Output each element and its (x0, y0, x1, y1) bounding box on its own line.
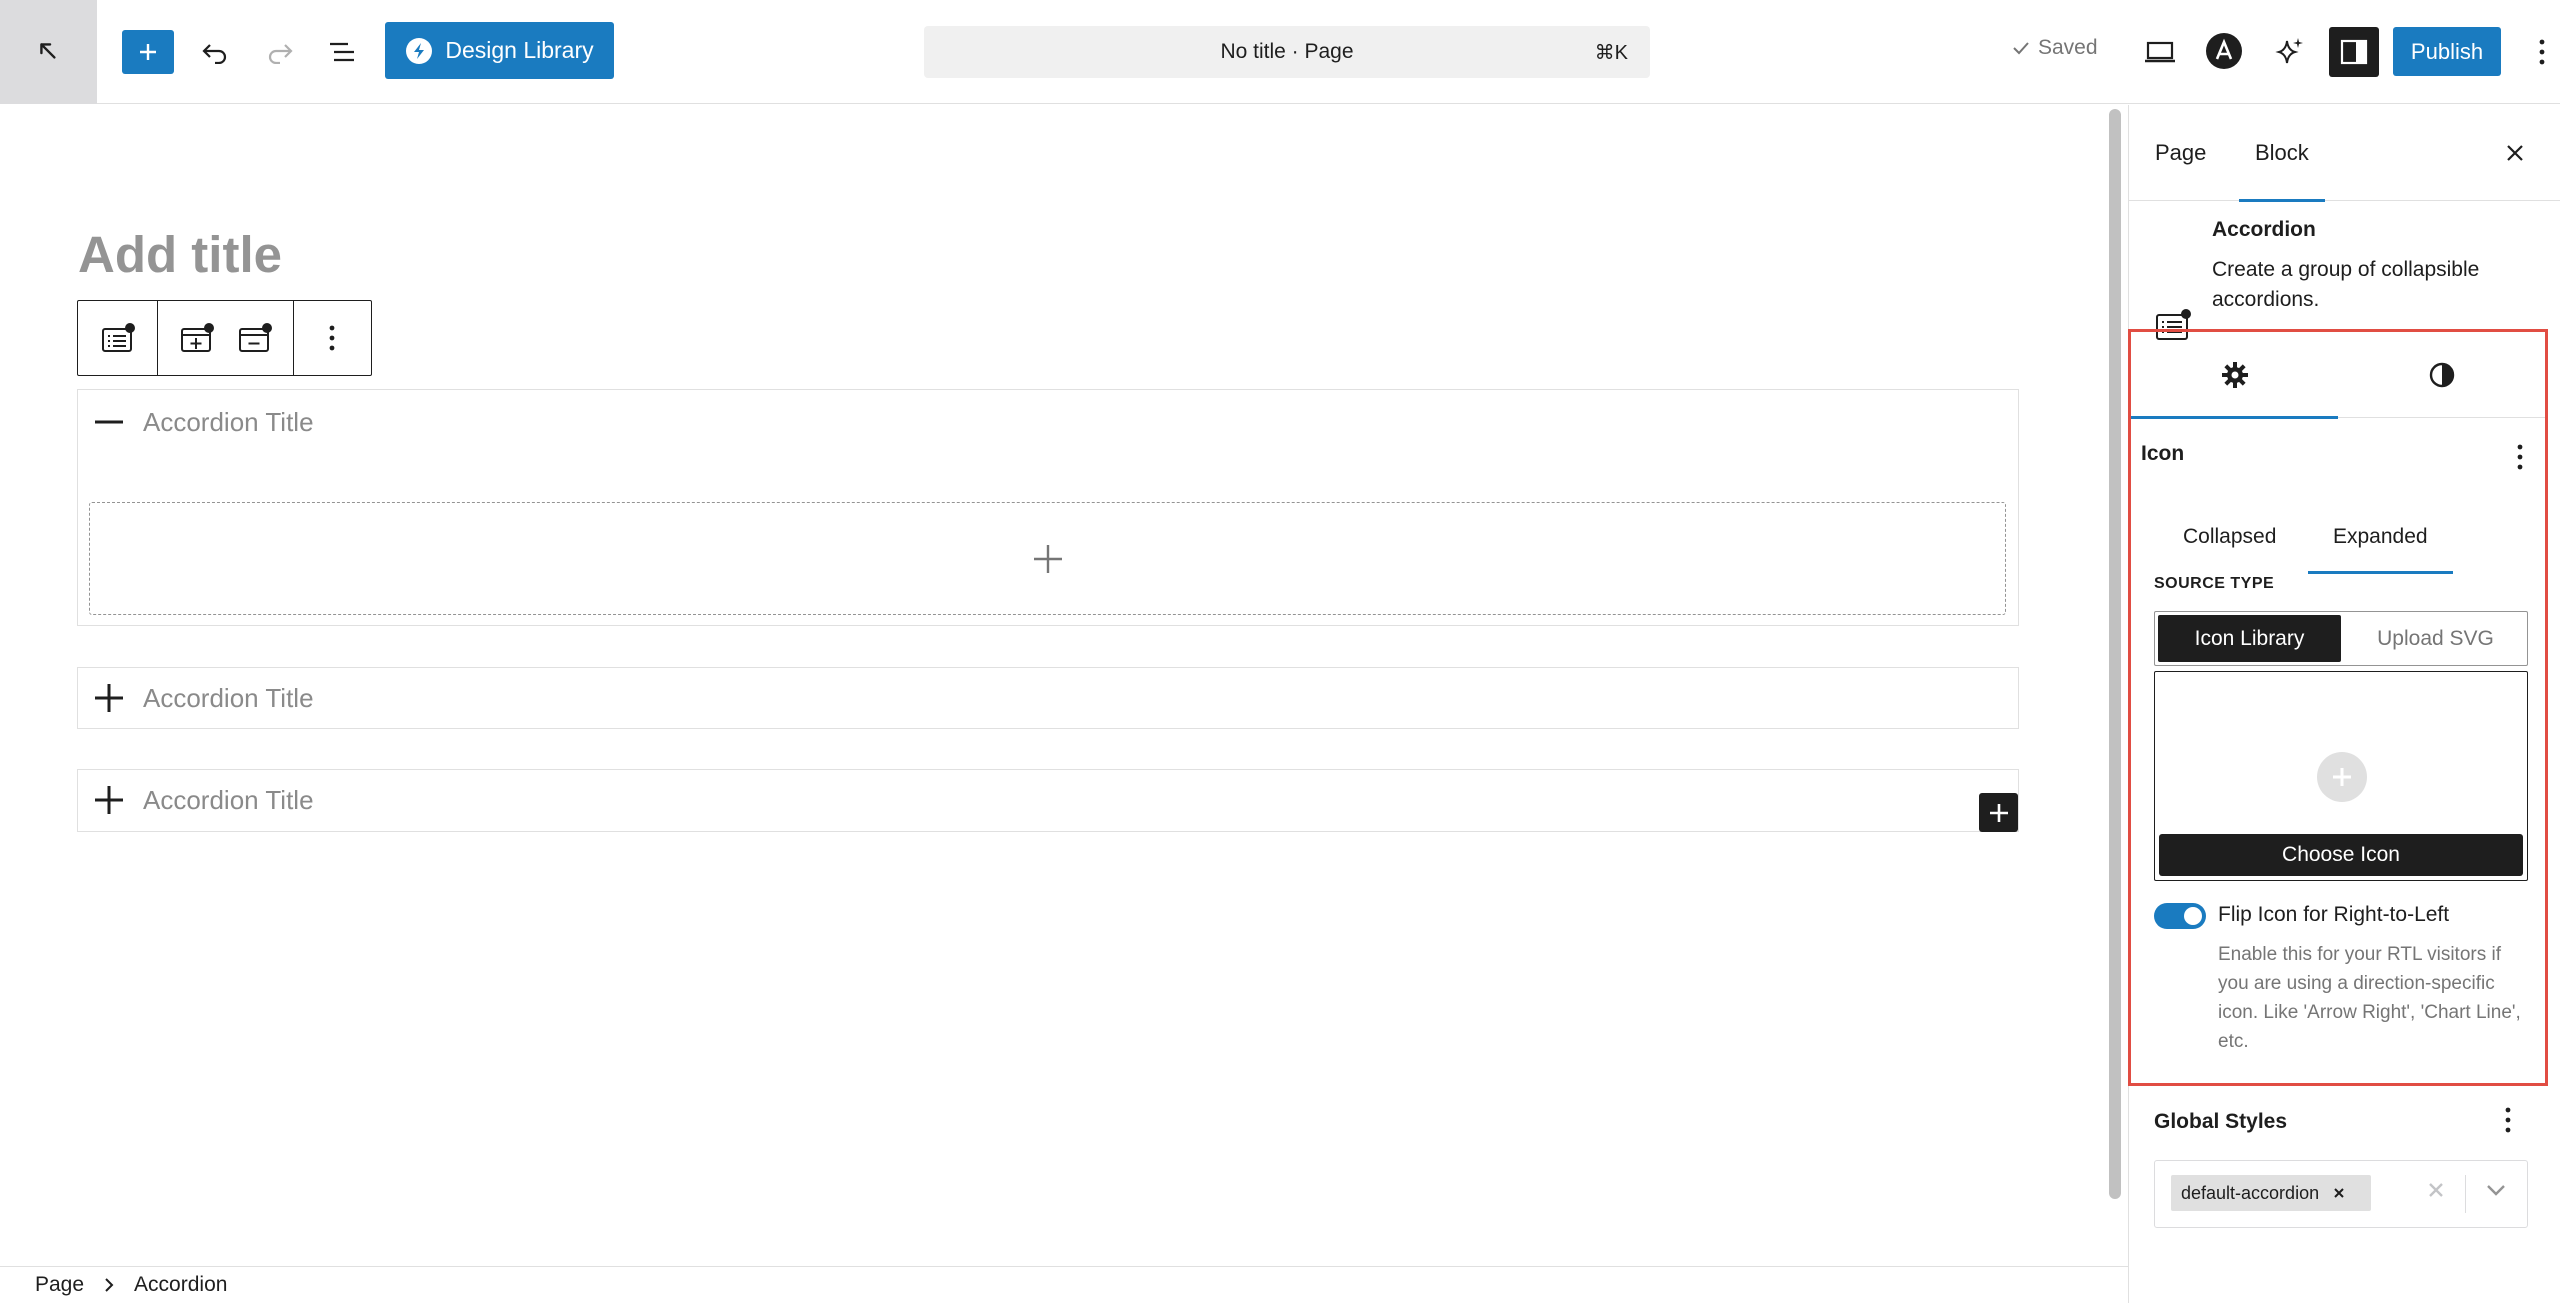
plus-icon (1989, 803, 2008, 822)
flip-rtl-label: Flip Icon for Right-to-Left (2218, 903, 2450, 926)
remove-accordion-item-icon[interactable] (238, 322, 272, 354)
canvas-scrollbar[interactable] (2103, 105, 2128, 1265)
stackable-logo-icon (406, 37, 433, 64)
accordion-header[interactable]: Accordion Title (78, 770, 2018, 830)
gear-icon (2221, 362, 2248, 388)
source-option-icon-library[interactable]: Icon Library (2158, 615, 2341, 662)
publish-button[interactable]: Publish (2393, 27, 2501, 76)
scrollbar-thumb[interactable] (2109, 109, 2121, 1199)
minus-icon (95, 420, 123, 424)
astra-logo-icon (2206, 33, 2242, 69)
global-styles-select[interactable]: default-accordion (2154, 1160, 2528, 1228)
global-styles-options[interactable] (2496, 1105, 2520, 1135)
document-overview-button[interactable] (320, 30, 364, 74)
accordion-content-placeholder[interactable] (89, 502, 2006, 615)
icon-section-title[interactable]: Icon (2141, 442, 2184, 466)
accordion-item-2[interactable]: Accordion Title (77, 667, 2019, 729)
accordion-block-icon (101, 323, 135, 352)
list-view-icon (330, 42, 354, 62)
post-title-input[interactable]: Add title (78, 225, 282, 284)
editor-header: Design Library No title · Page ⌘K Saved (0, 0, 2560, 104)
breadcrumb-item-page[interactable]: Page (35, 1273, 84, 1297)
icon-section-options[interactable] (2508, 442, 2532, 472)
toggle-knob (2184, 907, 2202, 925)
icon-picker[interactable]: Choose Icon (2154, 671, 2528, 881)
plus-icon (2333, 768, 2351, 786)
accordion-title[interactable]: Accordion Title (143, 785, 314, 816)
back-arrow-button[interactable] (0, 0, 97, 104)
flip-rtl-help: Enable this for your RTL visitors if you… (2218, 944, 2521, 1052)
block-description: Create a group of collapsible accordions… (2212, 258, 2480, 311)
preview-button[interactable] (2138, 30, 2182, 74)
accordion-item-3[interactable]: Accordion Title (77, 769, 2019, 832)
add-icon-placeholder[interactable] (2317, 752, 2367, 802)
icon-settings-panel: Icon Collapsed Expanded SOURCE TYPE Icon… (2128, 329, 2548, 1086)
vertical-ellipsis-icon (329, 325, 335, 351)
vertical-ellipsis-icon (2517, 444, 2523, 470)
source-type-label: SOURCE TYPE (2154, 575, 2275, 592)
chevron-down-icon[interactable] (2485, 1181, 2507, 1199)
inspector-tabs (2131, 332, 2545, 419)
astra-settings-button[interactable] (2204, 31, 2244, 71)
check-icon (2013, 42, 2029, 55)
tab-styles[interactable] (2338, 332, 2545, 418)
settings-sidebar-toggle[interactable] (2329, 27, 2379, 77)
clear-icon[interactable] (2427, 1181, 2445, 1199)
undo-icon (202, 44, 227, 64)
choose-icon-button[interactable]: Choose Icon (2159, 834, 2523, 876)
arrow-up-left-icon (39, 43, 56, 59)
sidebar-icon (2340, 39, 2368, 65)
block-inserter-button[interactable] (122, 30, 174, 74)
plus-icon (95, 786, 123, 814)
block-card-text: Accordion Create a group of collapsible … (2128, 105, 2560, 334)
selected-style-chip: default-accordion (2171, 1175, 2371, 1211)
add-block-icon (1033, 544, 1062, 573)
design-library-button[interactable]: Design Library (385, 22, 614, 79)
plus-icon (140, 44, 156, 60)
subtab-expanded[interactable]: Expanded (2308, 500, 2453, 574)
options-menu-button[interactable] (2530, 30, 2554, 74)
block-breadcrumb: Page Accordion (0, 1266, 2128, 1303)
accordion-item-1[interactable]: Accordion Title (77, 389, 2019, 626)
global-styles-title[interactable]: Global Styles (2154, 1110, 2287, 1134)
sparkles-icon (2275, 38, 2303, 64)
accordion-title[interactable]: Accordion Title (143, 407, 314, 438)
subtab-collapsed[interactable]: Collapsed (2183, 500, 2276, 574)
breadcrumb-item-accordion[interactable]: Accordion (134, 1273, 227, 1297)
source-option-upload-svg[interactable]: Upload SVG (2344, 612, 2527, 665)
saved-status: Saved (2012, 36, 2098, 60)
add-accordion-item-icon[interactable] (180, 322, 214, 354)
block-type-button[interactable] (78, 301, 158, 375)
append-block-button[interactable] (1979, 793, 2018, 832)
accordion-title[interactable]: Accordion Title (143, 683, 314, 714)
selected-style-value: default-accordion (2181, 1182, 2320, 1203)
shortcut-hint: ⌘K (1594, 42, 1628, 64)
plus-icon (95, 684, 123, 712)
select-separator (2465, 1175, 2466, 1213)
source-type-control: Icon Library Upload SVG (2154, 611, 2528, 666)
redo-icon (268, 44, 293, 64)
accordion-item-controls (158, 301, 294, 375)
desktop-icon (2145, 41, 2175, 63)
accordion-header[interactable]: Accordion Title (78, 668, 2018, 728)
block-options-button[interactable] (294, 301, 370, 375)
block-name: Accordion (2212, 218, 2316, 241)
undo-button[interactable] (193, 30, 237, 74)
contrast-icon (2429, 362, 2454, 388)
redo-button[interactable] (258, 30, 302, 74)
tab-settings[interactable] (2131, 332, 2338, 419)
block-toolbar (77, 300, 372, 376)
remove-chip-icon[interactable] (2333, 1187, 2345, 1199)
saved-label: Saved (2038, 36, 2098, 59)
document-title: No title · Page (1220, 40, 1354, 63)
accordion-header[interactable]: Accordion Title (78, 390, 2018, 454)
ai-assistant-button[interactable] (2268, 30, 2312, 74)
vertical-ellipsis-icon (2505, 1107, 2511, 1133)
design-library-label: Design Library (445, 37, 594, 63)
flip-rtl-toggle[interactable] (2154, 903, 2206, 929)
chevron-right-icon (105, 1278, 114, 1292)
vertical-ellipsis-icon (2539, 39, 2545, 65)
command-palette-bar[interactable]: No title · Page ⌘K (924, 26, 1650, 78)
